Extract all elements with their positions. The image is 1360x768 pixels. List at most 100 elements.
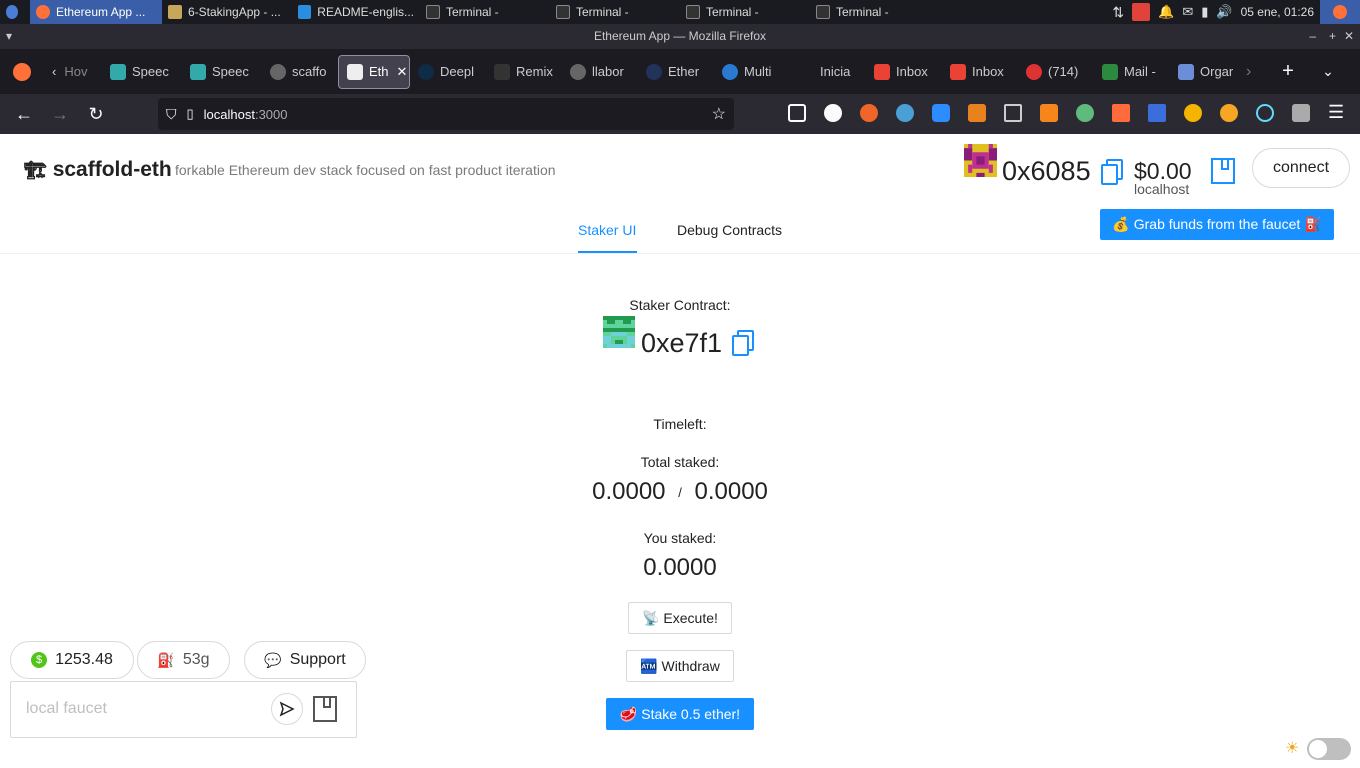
terminal-icon bbox=[426, 5, 440, 19]
tab-label: Orgar bbox=[1200, 64, 1234, 79]
taskbar-item-terminal[interactable]: Terminal - bbox=[680, 0, 810, 24]
reload-icon[interactable]: ↻ bbox=[78, 96, 114, 132]
tab-label: Hov bbox=[64, 64, 88, 79]
zoom-icon[interactable] bbox=[932, 104, 950, 122]
tab-label: Eth bbox=[369, 64, 389, 79]
taskbar-item-terminal[interactable]: Terminal - bbox=[810, 0, 940, 24]
new-tab-icon[interactable]: + bbox=[1268, 60, 1308, 83]
taskbar-item-firefox[interactable]: Ethereum App ... bbox=[30, 0, 162, 24]
firefox-tray-icon[interactable] bbox=[1320, 0, 1360, 24]
extension-spark-icon[interactable] bbox=[1112, 104, 1130, 122]
execute-button[interactable]: 📡 Execute! bbox=[628, 602, 732, 634]
shield-icon[interactable]: ⛉ bbox=[166, 106, 177, 123]
grab-funds-button[interactable]: 💰 Grab funds from the faucet ⛽️ bbox=[1100, 209, 1334, 240]
total-staked-row: 0.0000 / 0.0000 bbox=[0, 478, 1360, 506]
tab-notifications[interactable]: (714) bbox=[1018, 55, 1094, 89]
app-page: 🏗 scaffold-eth forkable Ethereum dev sta… bbox=[0, 134, 1360, 768]
tab-deepl[interactable]: Deepl bbox=[410, 55, 486, 89]
network-name: localhost bbox=[1134, 181, 1190, 197]
copy-address-icon[interactable] bbox=[1101, 159, 1123, 185]
tab-hov[interactable]: ‹ Hov bbox=[44, 55, 102, 89]
tab-github-scaffold[interactable]: scaffo bbox=[262, 55, 338, 89]
extension-icon[interactable] bbox=[896, 104, 914, 122]
staker-contract-address[interactable]: 0xe7f1 bbox=[641, 328, 722, 359]
extension-grid-icon[interactable] bbox=[1004, 104, 1022, 122]
minimize-icon[interactable]: – bbox=[1309, 24, 1316, 49]
clock[interactable]: 05 ene, 01:26 bbox=[1241, 5, 1314, 19]
account-address[interactable]: 0x6085 bbox=[1002, 156, 1091, 187]
withdraw-button[interactable]: 🏧 Withdraw bbox=[626, 650, 734, 682]
tab-staker-ui[interactable]: Staker UI bbox=[578, 222, 636, 238]
theme-toggle[interactable] bbox=[1307, 738, 1351, 760]
threshold-value: 0.0000 bbox=[694, 478, 768, 505]
wallet-icon[interactable] bbox=[1211, 158, 1235, 184]
volume-icon[interactable]: 🔊 bbox=[1216, 4, 1232, 20]
brand[interactable]: 🏗 scaffold-eth bbox=[24, 158, 172, 182]
timeleft-label: Timeleft: bbox=[653, 416, 707, 432]
taskbar-item-files[interactable]: 6-StakingApp - ... bbox=[162, 0, 292, 24]
anydesk-icon[interactable] bbox=[1132, 3, 1151, 21]
eth-price-button[interactable]: $ 1253.48 bbox=[10, 641, 134, 679]
construction-icon: 🏗 bbox=[24, 160, 47, 180]
extension-fox-icon[interactable] bbox=[1184, 104, 1202, 122]
extension-l-icon[interactable] bbox=[824, 104, 842, 122]
firefox-view-icon[interactable] bbox=[0, 62, 44, 81]
gas-price-button[interactable]: ⛽ 53g bbox=[137, 641, 230, 679]
hamburger-menu-icon[interactable]: ☰ bbox=[1328, 102, 1344, 123]
close-window-icon[interactable]: ✕ bbox=[1344, 24, 1354, 49]
taskbar-item-terminal[interactable]: Terminal - bbox=[420, 0, 550, 24]
list-tabs-icon[interactable]: ⌄ bbox=[1308, 63, 1348, 80]
duckduckgo-icon[interactable] bbox=[860, 104, 878, 122]
tab-speedrun[interactable]: Speec bbox=[102, 55, 182, 89]
extension-coin-icon[interactable] bbox=[1220, 104, 1238, 122]
mail-icon[interactable]: ✉ bbox=[1182, 4, 1193, 20]
tab-remix[interactable]: Remix bbox=[486, 55, 562, 89]
chevron-right-icon[interactable]: › bbox=[1246, 63, 1268, 81]
tab-gmail[interactable]: Inbox bbox=[942, 55, 1018, 89]
react-devtools-icon[interactable] bbox=[1256, 104, 1274, 122]
tab-etherscan[interactable]: Ether bbox=[638, 55, 714, 89]
bookmark-star-icon[interactable]: ☆ bbox=[712, 104, 726, 124]
folder-icon bbox=[168, 5, 182, 19]
active-tab-indicator bbox=[578, 251, 637, 253]
tab-multi[interactable]: Multi bbox=[714, 55, 790, 89]
total-staked-label: Total staked: bbox=[640, 454, 720, 470]
copy-contract-address-icon[interactable] bbox=[732, 330, 754, 356]
faucet-wallet-icon[interactable] bbox=[313, 696, 337, 722]
tab-iniciar[interactable]: Inicia bbox=[790, 55, 866, 89]
tab-label: Ether bbox=[668, 64, 700, 79]
taskbar-label: Terminal - bbox=[576, 5, 629, 19]
network-transfer-icon[interactable]: ⇅ bbox=[1112, 4, 1124, 21]
close-tab-icon[interactable]: ✕ bbox=[397, 64, 408, 80]
maximize-icon[interactable]: + bbox=[1329, 24, 1336, 49]
tab-github[interactable]: llabor bbox=[562, 55, 638, 89]
forward-icon[interactable]: → bbox=[42, 96, 78, 132]
address-bar[interactable]: ⛉ ▯ localhost:3000 ☆ bbox=[158, 98, 734, 130]
back-icon[interactable]: ← bbox=[6, 96, 42, 132]
faucet-address-input[interactable] bbox=[26, 700, 266, 718]
tab-gmail[interactable]: Inbox bbox=[866, 55, 942, 89]
tab-organizer[interactable]: Orgar bbox=[1170, 55, 1246, 89]
support-button[interactable]: 💬 Support bbox=[244, 641, 366, 679]
extension-orange-icon[interactable] bbox=[1040, 104, 1058, 122]
bell-icon[interactable]: 🔔 bbox=[1158, 4, 1174, 20]
connect-button[interactable]: connect bbox=[1252, 148, 1350, 188]
window-titlebar: ▾ Ethereum App — Mozilla Firefox – + ✕ bbox=[0, 24, 1360, 49]
tab-speedrun[interactable]: Speec bbox=[182, 55, 262, 89]
metamask-icon[interactable] bbox=[968, 104, 986, 122]
window-menu-icon[interactable]: ▾ bbox=[6, 24, 12, 49]
navigation-toolbar: ← → ↻ ⛉ ▯ localhost:3000 ☆ ☰ bbox=[0, 94, 1360, 134]
extensions-puzzle-icon[interactable] bbox=[1292, 104, 1310, 122]
app-menu-icon[interactable] bbox=[0, 0, 30, 24]
faucet-send-button[interactable] bbox=[271, 693, 303, 725]
stake-button[interactable]: 🥩 Stake 0.5 ether! bbox=[606, 698, 754, 730]
extension-dots-icon[interactable] bbox=[1076, 104, 1094, 122]
tab-debug-contracts[interactable]: Debug Contracts bbox=[677, 222, 782, 238]
battery-icon[interactable]: ▮ bbox=[1201, 4, 1208, 20]
tab-ethereum-app[interactable]: Eth ✕ bbox=[338, 54, 410, 89]
tab-mail[interactable]: Mail - bbox=[1094, 55, 1170, 89]
pocket-icon[interactable] bbox=[788, 104, 806, 122]
extension-layers-icon[interactable] bbox=[1148, 104, 1166, 122]
taskbar-item-vscode[interactable]: README-englis... bbox=[292, 0, 420, 24]
taskbar-item-terminal[interactable]: Terminal - bbox=[550, 0, 680, 24]
